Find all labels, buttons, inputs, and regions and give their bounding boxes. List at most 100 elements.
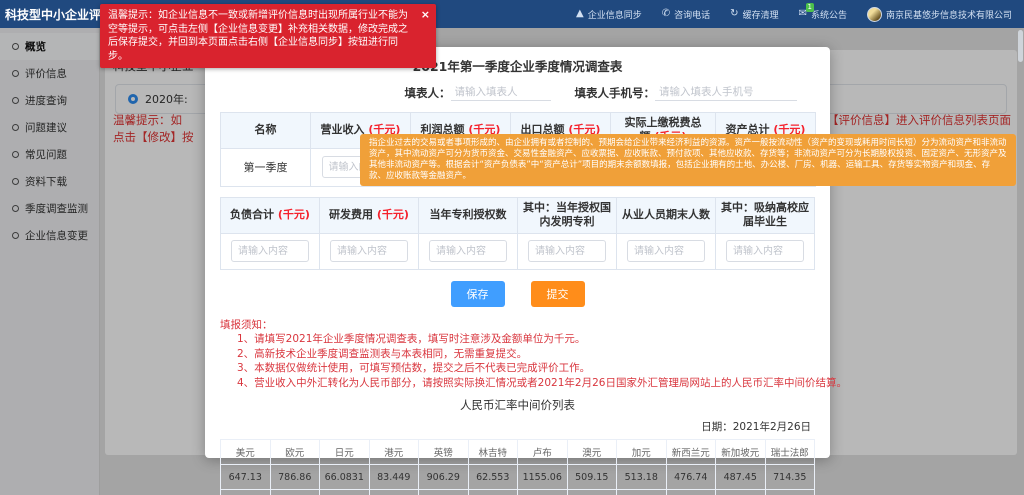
- nav-item-label: 缓存清理: [743, 8, 779, 21]
- column-header: 当年专利授权数: [419, 197, 518, 233]
- column-header: 名称: [221, 113, 311, 149]
- rate-value-cell: 714.35: [765, 465, 815, 490]
- person-icon: ▲: [576, 9, 584, 19]
- filler-name-input[interactable]: [451, 84, 551, 101]
- quarter-label: 第一季度: [221, 148, 311, 186]
- metric-input[interactable]: [429, 240, 507, 262]
- note-item: 4、营业收入中外汇转化为人民币部分，请按照实际换汇情况或者2021年2月26日国…: [220, 376, 815, 391]
- metric-cell: [419, 233, 518, 269]
- note-item: 2、高新技术企业季度调查监测表与本表相同，无需重复提交。: [220, 347, 815, 362]
- rate-value-cell: 513.18: [617, 465, 667, 490]
- notification-badge: 1: [806, 3, 814, 12]
- metric-input[interactable]: [231, 240, 309, 262]
- currency-name-cell: 泰铢: [765, 490, 815, 495]
- notes-title: 填报须知：: [220, 318, 815, 333]
- currency-name-cell: 卢布: [518, 440, 568, 465]
- column-label: 名称: [255, 123, 277, 136]
- rate-value-cell: 487.45: [716, 465, 766, 490]
- currency-name-cell: 迪拉姆: [320, 490, 370, 495]
- currency-name-cell: 兹罗提: [468, 490, 518, 495]
- scrollbar-thumb[interactable]: [1018, 30, 1023, 62]
- unit-label: (千元): [274, 208, 310, 221]
- warning-text: 温馨提示：如企业信息不一致或新增评价信息时出现所属行业不能为空等提示，可点击左侧…: [108, 10, 408, 62]
- currency-name-cell: 美元: [221, 440, 271, 465]
- currency-name-cell: 林吉特: [468, 440, 518, 465]
- envelope-icon: ✉1: [799, 9, 807, 19]
- rate-row: 兰特韩元迪拉姆里亚尔福林兹罗提丹麦克朗瑞典克朗挪威克朗里拉比索泰铢: [221, 490, 815, 495]
- metric-input[interactable]: [528, 240, 606, 262]
- currency-name-cell: 港元: [369, 440, 419, 465]
- currency-name-cell: 里拉: [666, 490, 716, 495]
- nav-item-label: 南京民基悠步信息技术有限公司: [886, 8, 1012, 21]
- metric-input[interactable]: [627, 240, 705, 262]
- column-label: 其中：吸纳高校应届毕业生: [721, 201, 809, 228]
- metric-cell: [518, 233, 617, 269]
- app-window: 科技型中小企业评 ▲企业信息同步✆咨询电话↻缓存清理✉1系统公告南京民基悠步信息…: [0, 0, 1024, 495]
- filler-phone-input[interactable]: [655, 84, 797, 101]
- nav-item-consult-phone[interactable]: ✆咨询电话: [662, 8, 710, 21]
- rate-value-cell: 1155.06: [518, 465, 568, 490]
- rate-value-cell: 906.29: [419, 465, 469, 490]
- currency-name-cell: 加元: [617, 440, 667, 465]
- metric-cell: [320, 233, 419, 269]
- column-label: 从业人员期末人数: [622, 208, 710, 221]
- note-item: 1、请填写2021年企业季度情况调查表，填写时注意涉及金额单位为千元。: [220, 332, 815, 347]
- currency-name-cell: 福林: [419, 490, 469, 495]
- nav-item-label: 系统公告: [811, 8, 847, 21]
- column-header: 负债合计 (千元): [221, 197, 320, 233]
- column-label: 营业收入: [321, 123, 365, 136]
- column-header: 研发费用 (千元): [320, 197, 419, 233]
- column-header: 其中：吸纳高校应届毕业生: [716, 197, 815, 233]
- currency-name-cell: 挪威克朗: [617, 490, 667, 495]
- exchange-rate-date: 日期：2021年2月26日: [220, 419, 815, 434]
- currency-name-cell: 丹麦克朗: [518, 490, 568, 495]
- exchange-rate-body: 美元欧元日元港元英镑林吉特卢布澳元加元新西兰元新加坡元瑞士法郎647.13786…: [221, 440, 815, 495]
- refresh-icon: ↻: [730, 9, 738, 19]
- nav-item-label: 企业信息同步: [588, 8, 642, 21]
- metric-input[interactable]: [330, 240, 408, 262]
- column-header: 其中：当年授权国内发明专利: [518, 197, 617, 233]
- rate-value-cell: 83.449: [369, 465, 419, 490]
- currency-name-cell: 新加坡元: [716, 440, 766, 465]
- currency-name-cell: 澳元: [567, 440, 617, 465]
- metric-cell: [617, 233, 716, 269]
- table2-input-row: [221, 233, 815, 269]
- nav-item-company[interactable]: 南京民基悠步信息技术有限公司: [867, 7, 1012, 22]
- column-label: 研发费用: [329, 208, 373, 221]
- survey-modal: 2021年第一季度企业季度情况调查表 填表人： 填表人手机号： 名称营业收入 (…: [205, 47, 830, 458]
- submit-button[interactable]: 提交: [531, 281, 585, 307]
- notes-list: 1、请填写2021年企业季度情况调查表，填写时注意涉及金额单位为千元。2、高新技…: [220, 332, 815, 390]
- currency-name-cell: 兰特: [221, 490, 271, 495]
- metric-cell: [221, 233, 320, 269]
- nav-item-label: 咨询电话: [674, 8, 710, 21]
- currency-name-cell: 比索: [716, 490, 766, 495]
- rate-value-cell: 509.15: [567, 465, 617, 490]
- currency-name-cell: 英镑: [419, 440, 469, 465]
- column-label: 负债合计: [230, 208, 274, 221]
- rate-row: 美元欧元日元港元英镑林吉特卢布澳元加元新西兰元新加坡元瑞士法郎: [221, 440, 815, 465]
- exchange-rate-title: 人民币汇率中间价列表: [220, 397, 815, 413]
- asset-definition-tooltip: 指企业过去的交易或者事项形成的、由企业拥有或者控制的、预期会给企业带来经济利益的…: [360, 134, 1016, 186]
- avatar-icon: [867, 7, 882, 22]
- metric-input[interactable]: [726, 240, 804, 262]
- nav-item-enterprise-sync[interactable]: ▲ 企业信息同步: [576, 8, 642, 21]
- filler-form-row: 填表人： 填表人手机号：: [220, 84, 815, 101]
- save-button[interactable]: 保存: [451, 281, 505, 307]
- currency-name-cell: 瑞典克朗: [567, 490, 617, 495]
- unit-label: (千元): [373, 208, 409, 221]
- column-label: 当年专利授权数: [430, 208, 507, 221]
- column-header: 从业人员期末人数: [617, 197, 716, 233]
- close-icon[interactable]: ×: [421, 8, 430, 22]
- filing-notes: 填报须知： 1、请填写2021年企业季度情况调查表，填写时注意涉及金额单位为千元…: [220, 318, 815, 391]
- currency-name-cell: 里亚尔: [369, 490, 419, 495]
- nav-item-cache-clear[interactable]: ↻ 缓存清理: [730, 8, 778, 21]
- currency-name-cell: 韩元: [270, 490, 320, 495]
- filler-phone-label: 填表人手机号：: [575, 85, 656, 101]
- currency-name-cell: 新西兰元: [666, 440, 716, 465]
- rate-value-cell: 66.0831: [320, 465, 370, 490]
- currency-name-cell: 瑞士法郎: [765, 440, 815, 465]
- modal-actions: 保存 提交: [220, 281, 815, 307]
- nav-item-system-notice[interactable]: ✉1 系统公告: [799, 8, 847, 21]
- warning-banner: 温馨提示：如企业信息不一致或新增评价信息时出现所属行业不能为空等提示，可点击左侧…: [100, 4, 436, 68]
- exchange-rate-table: 美元欧元日元港元英镑林吉特卢布澳元加元新西兰元新加坡元瑞士法郎647.13786…: [220, 439, 815, 495]
